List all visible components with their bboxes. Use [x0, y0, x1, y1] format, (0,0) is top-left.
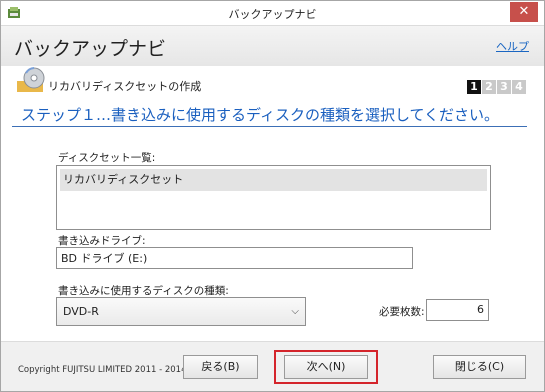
step-indicator: 1234: [466, 75, 526, 94]
disk-type-label: 書き込みに使用するディスクの種類:: [58, 285, 229, 297]
list-item[interactable]: リカバリディスクセット: [60, 169, 487, 191]
header: バックアップナビ ヘルプ: [1, 25, 544, 66]
disk-type-value: DVD-R: [63, 305, 99, 318]
step-1: 1: [467, 80, 481, 94]
drive-field: BD ドライブ (E:): [56, 247, 413, 269]
back-button[interactable]: 戻る(B): [183, 355, 258, 379]
disk-type-select[interactable]: DVD-R ⌵: [56, 297, 306, 326]
next-button[interactable]: 次へ(N): [284, 355, 368, 379]
step-heading: ステップ１…書き込みに使用するディスクの種類を選択してください。: [21, 106, 500, 124]
titlebar: バックアップナビ ✕: [1, 1, 544, 25]
heading-underline: [12, 126, 527, 127]
disk-icon: [17, 67, 45, 92]
required-count-field: 6: [426, 299, 489, 321]
app-window: バックアップナビ ✕ バックアップナビ ヘルプ リカバリディスクセットの作成 1…: [0, 0, 545, 392]
window-title: バックアップナビ: [228, 8, 317, 21]
chevron-down-icon[interactable]: ⌵: [291, 306, 299, 317]
section-title: リカバリディスクセットの作成: [48, 80, 202, 93]
step-4: 4: [512, 80, 526, 94]
step-2: 2: [482, 80, 496, 94]
app-title: バックアップナビ: [14, 38, 167, 60]
disk-set-list[interactable]: リカバリディスクセット: [56, 165, 491, 230]
close-icon[interactable]: ✕: [510, 2, 538, 22]
copyright: Copyright FUJITSU LIMITED 2011 - 2014: [18, 365, 187, 375]
help-link[interactable]: ヘルプ: [496, 38, 529, 54]
close-button[interactable]: 閉じる(C): [433, 355, 526, 379]
disk-set-label: ディスクセット一覧:: [58, 152, 156, 164]
required-count-label: 必要枚数:: [379, 306, 425, 318]
step-3: 3: [497, 80, 511, 94]
drive-label: 書き込みドライブ:: [58, 235, 146, 247]
